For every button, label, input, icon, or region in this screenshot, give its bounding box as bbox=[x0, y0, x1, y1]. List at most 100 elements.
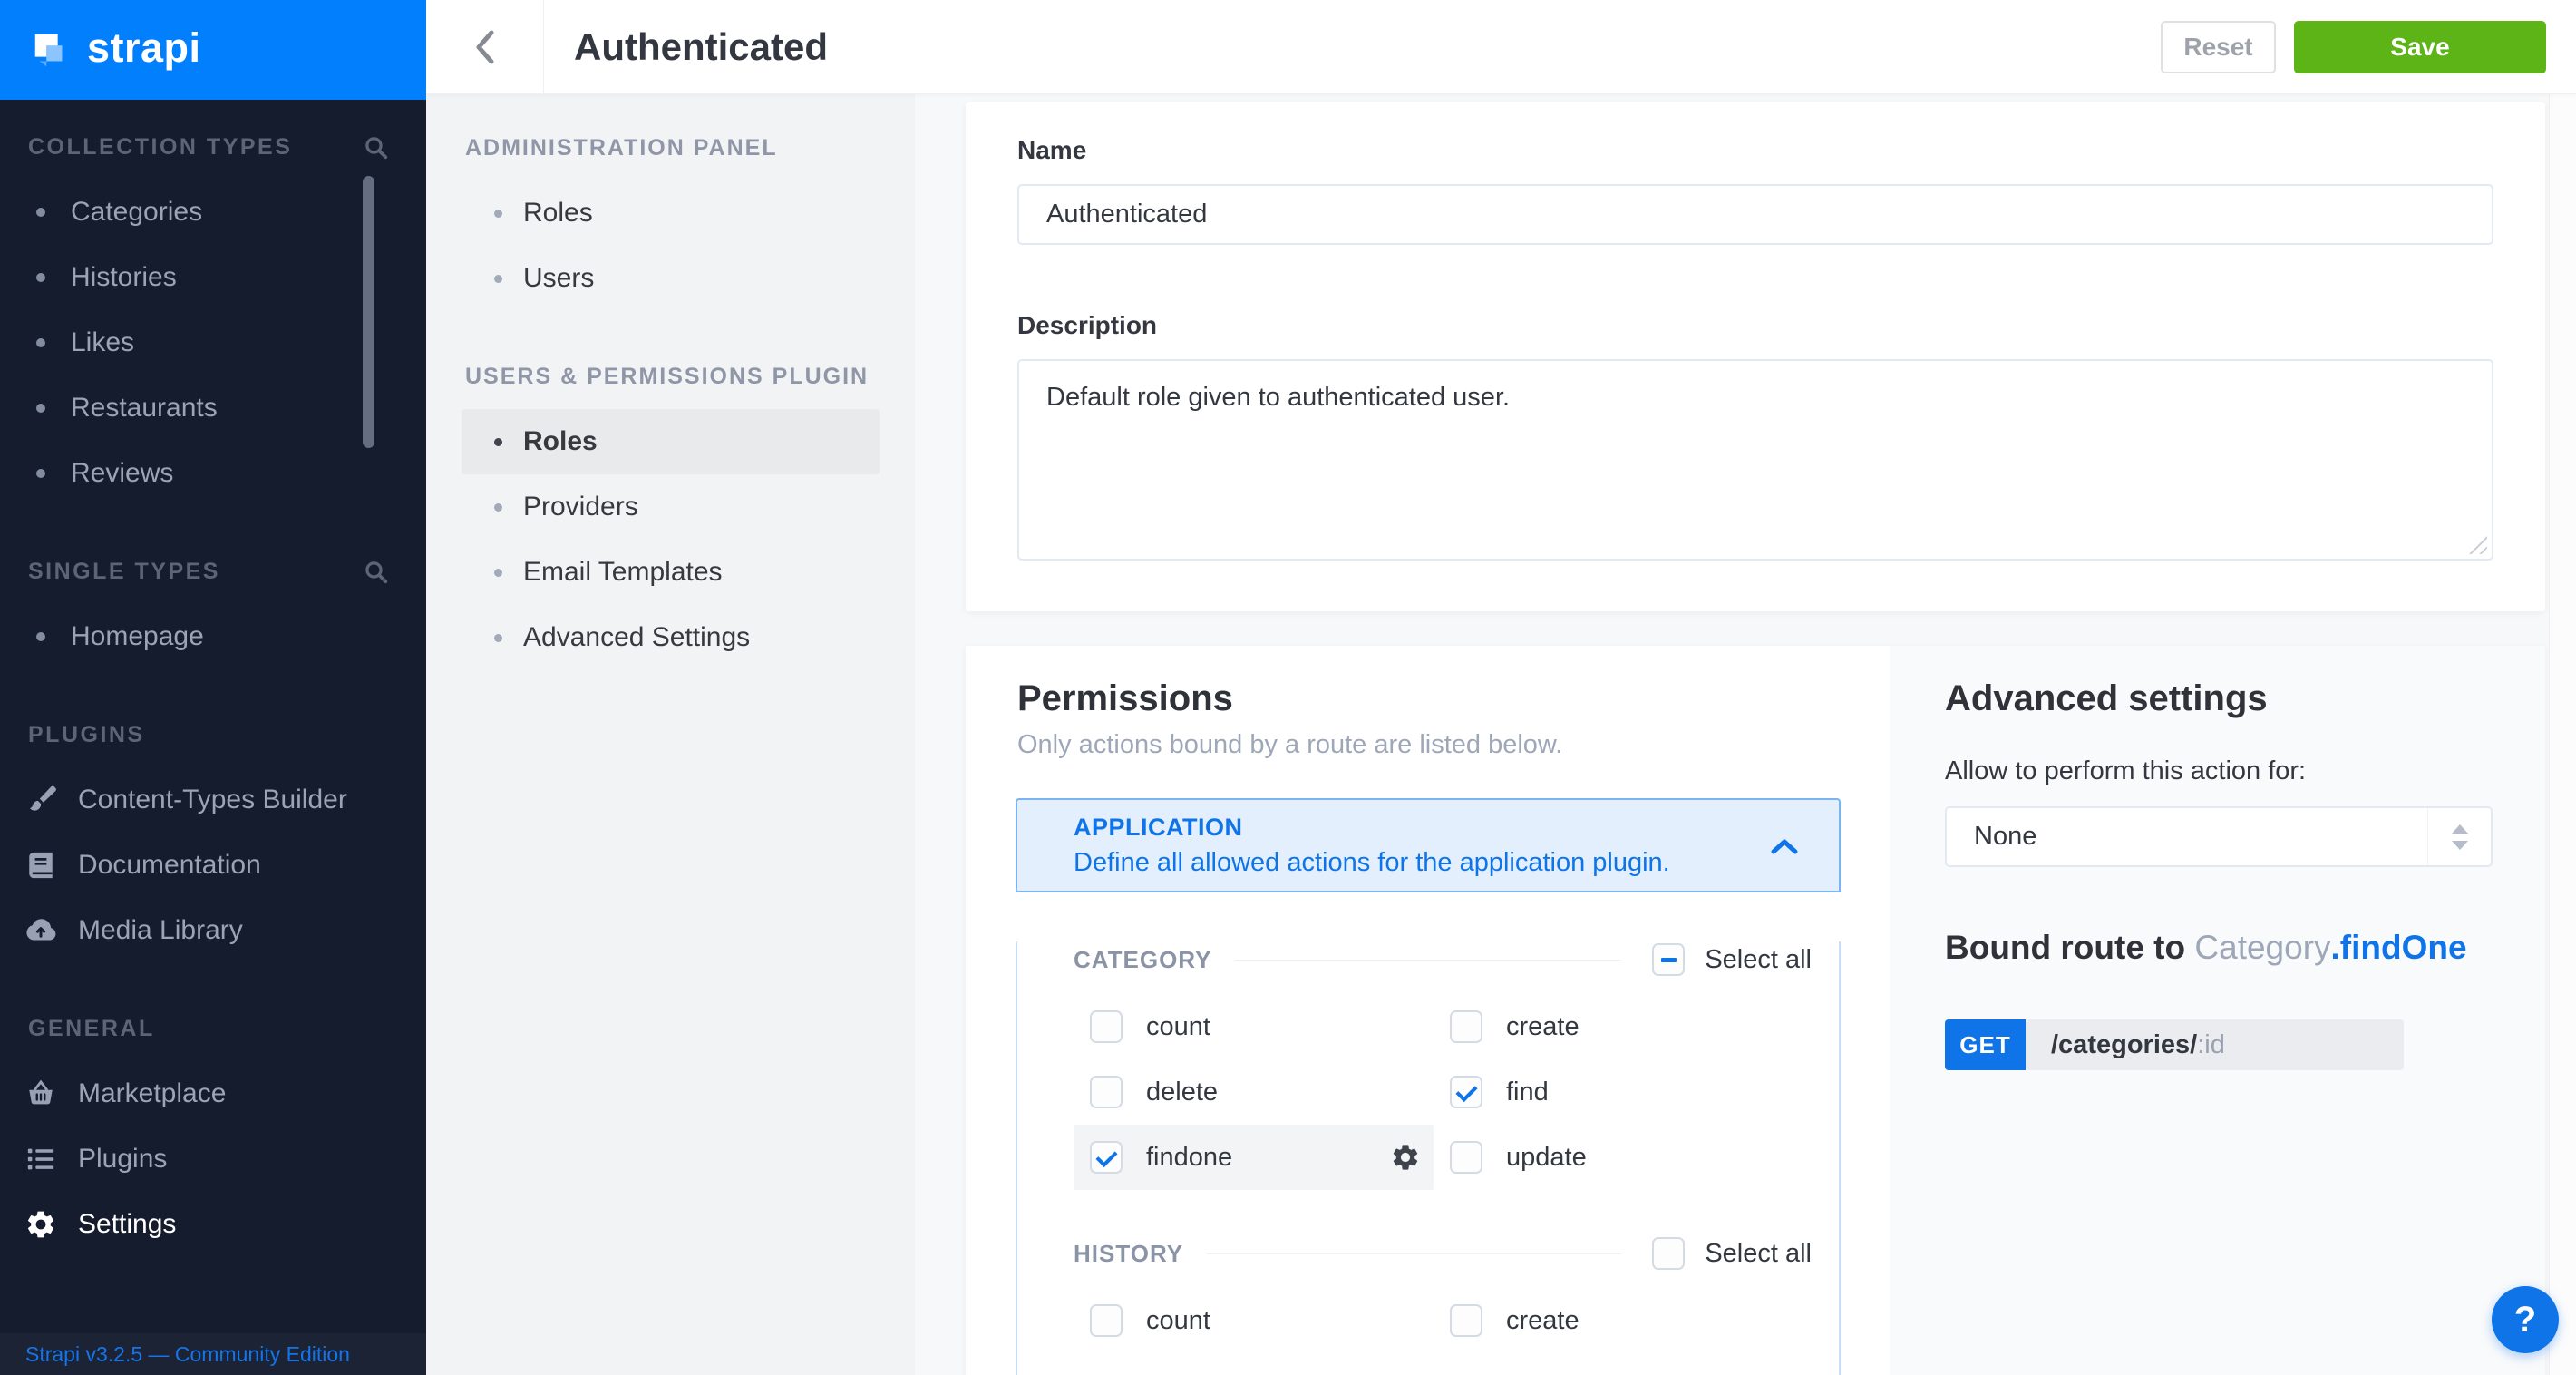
application-accordion-header[interactable]: APPLICATION Define all allowed actions f… bbox=[1016, 798, 1841, 892]
chevron-up-icon bbox=[1770, 838, 1799, 854]
help-button[interactable]: ? bbox=[2492, 1286, 2559, 1353]
description-textarea[interactable]: Default role given to authenticated user… bbox=[1017, 359, 2493, 561]
section-divider bbox=[1235, 960, 1621, 961]
category-section-name: CATEGORY bbox=[1074, 946, 1211, 974]
category-select-all[interactable]: Select all bbox=[1652, 943, 1812, 976]
basket-icon bbox=[24, 1078, 58, 1109]
back-button[interactable] bbox=[426, 0, 543, 93]
subnav-item-admin-users[interactable]: Users bbox=[462, 246, 880, 311]
bound-route-title: Bound route to Category.findOne bbox=[1945, 929, 2493, 967]
permission-cell-delete[interactable]: delete bbox=[1074, 1059, 1434, 1125]
help-question-mark: ? bbox=[2514, 1300, 2536, 1341]
route-path: /categories/:id bbox=[2026, 1019, 2404, 1070]
permission-cell-find[interactable]: find bbox=[1434, 1059, 1812, 1125]
permissions-subtitle: Only actions bound by a route are listed… bbox=[1017, 727, 1890, 762]
chevron-left-icon bbox=[474, 28, 496, 66]
findone-checkbox[interactable] bbox=[1090, 1141, 1123, 1174]
paintbrush-icon bbox=[24, 784, 58, 816]
version-link[interactable]: Strapi v3.2.5 — Community Edition bbox=[25, 1342, 350, 1367]
page-header: Authenticated Reset Save bbox=[426, 0, 2576, 94]
subnav-section-users-permissions: USERS & PERMISSIONS PLUGIN bbox=[426, 344, 915, 409]
sidebar-item-marketplace[interactable]: Marketplace bbox=[0, 1061, 426, 1126]
bullet-icon bbox=[36, 632, 45, 641]
section-single-types: SINGLE TYPES bbox=[0, 539, 426, 604]
create-checkbox[interactable] bbox=[1450, 1010, 1482, 1043]
subnav-item-up-providers[interactable]: Providers bbox=[462, 474, 880, 540]
permission-cell-update[interactable]: update bbox=[1434, 1125, 1812, 1190]
sidebar-footer: Strapi v3.2.5 — Community Edition bbox=[0, 1333, 426, 1375]
sidebar-item-plugins[interactable]: Plugins bbox=[0, 1126, 426, 1192]
allow-action-label: Allow to perform this action for: bbox=[1945, 756, 2493, 786]
permission-cell-create[interactable]: create bbox=[1434, 994, 1812, 1059]
search-icon[interactable] bbox=[364, 560, 388, 584]
category-select-all-checkbox[interactable] bbox=[1652, 943, 1685, 976]
application-plugin-description: Define all allowed actions for the appli… bbox=[1074, 848, 1839, 878]
main-content: Name Description Default role given to a… bbox=[915, 94, 2576, 1375]
action-select-value: None bbox=[1974, 822, 2036, 852]
strapi-logo[interactable]: strapi bbox=[0, 0, 426, 100]
bullet-icon bbox=[36, 273, 45, 282]
bullet-icon bbox=[494, 438, 502, 446]
http-method-badge: GET bbox=[1945, 1019, 2026, 1070]
main-sidebar: strapi COLLECTION TYPES Categories Histo… bbox=[0, 0, 426, 1375]
gear-icon[interactable] bbox=[1390, 1142, 1421, 1180]
bullet-icon bbox=[494, 210, 502, 218]
category-section-header: CATEGORY Select all bbox=[1074, 941, 1812, 978]
permissions-row: Permissions Only actions bound by a rout… bbox=[966, 646, 2545, 1375]
count-checkbox[interactable] bbox=[1090, 1010, 1123, 1043]
subnav-section-admin-panel: ADMINISTRATION PANEL bbox=[426, 115, 915, 180]
history-select-all[interactable]: Select all bbox=[1652, 1237, 1812, 1270]
reset-button[interactable]: Reset bbox=[2161, 21, 2276, 73]
permission-cell-history-create[interactable]: create bbox=[1434, 1288, 1812, 1353]
subnav-item-up-advanced-settings[interactable]: Advanced Settings bbox=[462, 605, 880, 670]
action-select[interactable]: None bbox=[1945, 806, 2493, 867]
name-input[interactable] bbox=[1017, 184, 2493, 245]
subnav-item-admin-roles[interactable]: Roles bbox=[462, 180, 880, 246]
permission-cell-count[interactable]: count bbox=[1074, 994, 1434, 1059]
strapi-logo-icon bbox=[30, 29, 72, 71]
save-button[interactable]: Save bbox=[2294, 21, 2546, 73]
sidebar-item-content-types-builder[interactable]: Content-Types Builder bbox=[0, 767, 426, 833]
history-count-checkbox[interactable] bbox=[1090, 1304, 1123, 1337]
subnav-item-up-roles[interactable]: Roles bbox=[462, 409, 880, 474]
update-checkbox[interactable] bbox=[1450, 1141, 1482, 1174]
page-title: Authenticated bbox=[574, 25, 828, 69]
section-collection-types: COLLECTION TYPES bbox=[0, 114, 426, 180]
name-label: Name bbox=[1017, 135, 2493, 166]
header-actions: Reset Save bbox=[2161, 21, 2546, 73]
search-icon[interactable] bbox=[364, 135, 388, 160]
sidebar-item-media-library[interactable]: Media Library bbox=[0, 898, 426, 963]
history-section-header: HISTORY Select all bbox=[1074, 1235, 1812, 1272]
sidebar-item-homepage[interactable]: Homepage bbox=[0, 604, 426, 669]
permission-cell-history-count[interactable]: count bbox=[1074, 1288, 1434, 1353]
cloud-upload-icon bbox=[24, 914, 58, 947]
permission-cell-findone[interactable]: findone bbox=[1074, 1125, 1434, 1190]
description-field-wrap: Default role given to authenticated user… bbox=[1017, 359, 2493, 561]
permissions-panel: Permissions Only actions bound by a rout… bbox=[966, 646, 1890, 1375]
settings-subsidebar: ADMINISTRATION PANEL Roles Users USERS &… bbox=[426, 94, 915, 1375]
arrow-up-icon bbox=[2452, 824, 2468, 834]
delete-checkbox[interactable] bbox=[1090, 1076, 1123, 1108]
strapi-admin-app: strapi COLLECTION TYPES Categories Histo… bbox=[0, 0, 2576, 1375]
history-select-all-checkbox[interactable] bbox=[1652, 1237, 1685, 1270]
bullet-icon bbox=[36, 338, 45, 347]
sidebar-scrollbar-thumb[interactable] bbox=[363, 176, 374, 448]
select-arrows-icon bbox=[2427, 808, 2491, 865]
history-create-checkbox[interactable] bbox=[1450, 1304, 1482, 1337]
list-icon bbox=[24, 1144, 58, 1175]
find-checkbox[interactable] bbox=[1450, 1076, 1482, 1108]
gear-icon bbox=[24, 1208, 58, 1241]
bullet-icon bbox=[494, 634, 502, 642]
advanced-settings-title: Advanced settings bbox=[1945, 677, 2493, 720]
sidebar-item-reviews[interactable]: Reviews bbox=[0, 441, 426, 506]
permissions-title: Permissions bbox=[1017, 677, 1890, 720]
book-icon bbox=[24, 850, 58, 881]
sidebar-item-settings[interactable]: Settings bbox=[0, 1192, 426, 1257]
subnav-item-up-email-templates[interactable]: Email Templates bbox=[462, 540, 880, 605]
bullet-icon bbox=[494, 275, 502, 283]
section-divider bbox=[1207, 1253, 1621, 1254]
bullet-icon bbox=[494, 569, 502, 577]
main-scrollbar-track[interactable] bbox=[2549, 94, 2576, 1375]
sidebar-item-documentation[interactable]: Documentation bbox=[0, 833, 426, 898]
strapi-logo-text: strapi bbox=[87, 24, 201, 72]
